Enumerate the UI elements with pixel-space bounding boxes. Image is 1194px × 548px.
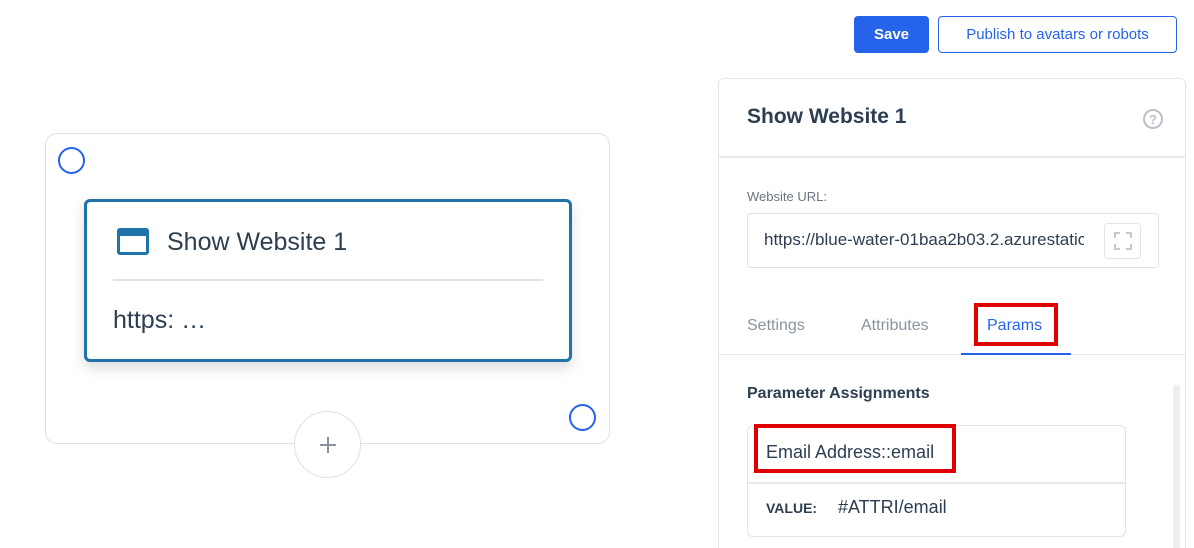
node-divider [113,279,543,281]
publish-button[interactable]: Publish to avatars or robots [938,16,1177,53]
parameter-assignments-heading: Parameter Assignments [747,385,930,402]
save-button[interactable]: Save [854,16,929,53]
highlight-box-params-tab [974,303,1058,346]
website-url-input[interactable] [764,228,1084,252]
connector-anchor-bottom-right[interactable] [569,404,596,431]
expand-icon [1113,232,1132,250]
plus-icon [319,436,336,453]
parameter-assignment-card: Email Address::email VALUE: #ATTRI/email [747,424,1126,537]
panel-scrollbar[interactable] [1173,385,1180,548]
browser-window-icon [117,228,149,255]
tab-settings[interactable]: Settings [747,317,805,335]
expand-editor-button[interactable] [1104,223,1141,259]
active-tab-indicator [961,353,1071,355]
parameter-value[interactable]: #ATTRI/email [838,497,947,518]
website-url-field [747,213,1159,268]
website-url-label: Website URL: [747,189,827,204]
node-title: Show Website 1 [167,228,348,256]
panel-tabs: Settings Attributes Params [719,301,1185,355]
connector-anchor-top-left[interactable] [58,147,85,174]
panel-title: Show Website 1 [747,105,907,128]
panel-header-divider [719,156,1185,158]
top-action-bar: Save Publish to avatars or robots [846,8,1190,62]
question-circle-icon[interactable]: ? [1143,109,1163,129]
add-step-button[interactable] [294,411,361,478]
show-website-node[interactable]: Show Website 1 https: … [84,199,572,362]
tab-attributes[interactable]: Attributes [861,317,929,335]
parameter-divider [748,482,1125,484]
node-url-preview: https: … [113,306,207,334]
parameter-value-label: VALUE: [766,500,818,516]
highlight-box-parameter-name [754,424,956,473]
properties-panel: Show Website 1 ? Website URL: Settings A… [718,78,1186,548]
